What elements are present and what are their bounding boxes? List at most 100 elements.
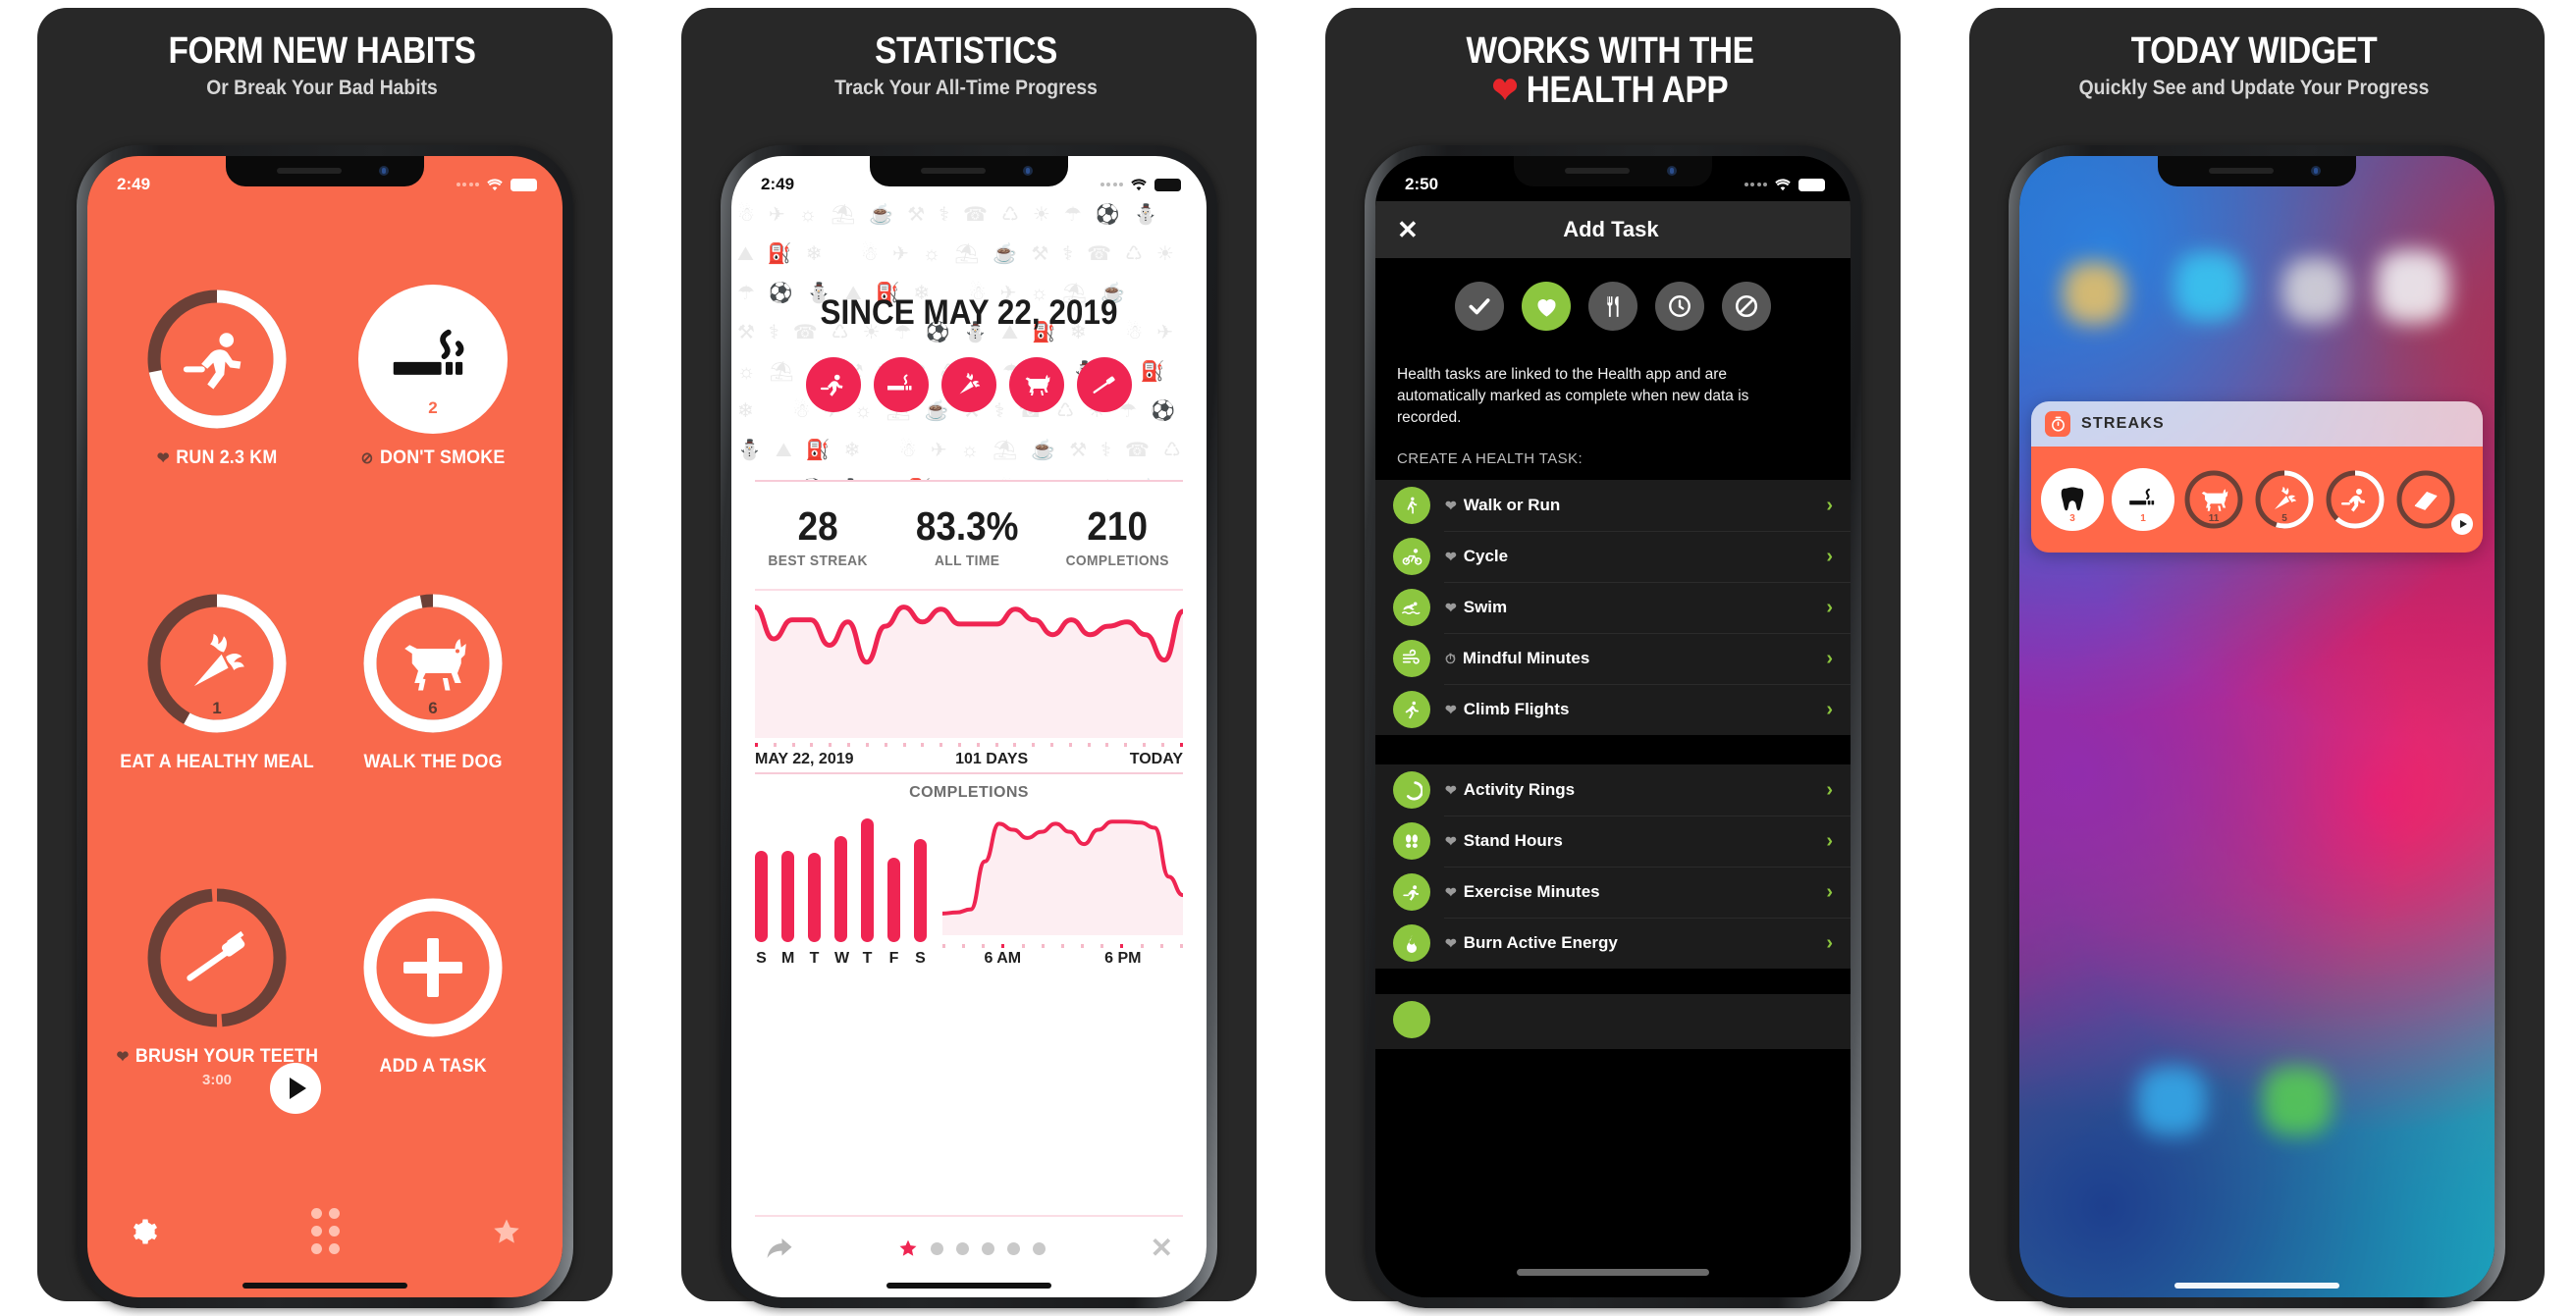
chevron-right-icon: › bbox=[1826, 647, 1833, 669]
hero-task-icons bbox=[731, 357, 1207, 412]
list-item-mindful-minutes[interactable]: ⏱ Mindful Minutes › bbox=[1375, 633, 1851, 684]
bar bbox=[781, 850, 794, 942]
start-timer-button[interactable] bbox=[270, 1063, 321, 1114]
habit-brush-your-teeth[interactable]: ❤ BRUSH YOUR TEETH 3:00 bbox=[109, 833, 325, 1137]
stat-best-streak: 28 BEST STREAK bbox=[764, 503, 872, 569]
panel-health-app: WORKS WITH THE ❤ HEALTH APP 2:50 ✕ Add T… bbox=[1288, 0, 1932, 1316]
list-item-cycle[interactable]: ❤ Cycle › bbox=[1375, 531, 1851, 582]
habit-walk-the-dog[interactable]: 6 WALK THE DOG bbox=[325, 529, 541, 833]
carrot-icon bbox=[941, 357, 996, 412]
bottom-charts: SMTWTFS 6 AM 6 PM bbox=[731, 808, 1207, 968]
panel-form-new-habits: FORM NEW HABITS Or Break Your Bad Habits… bbox=[0, 0, 644, 1316]
heart-icon[interactable] bbox=[1522, 282, 1571, 331]
close-icon[interactable]: ✕ bbox=[1151, 1235, 1173, 1262]
alltime-line-chart bbox=[755, 591, 1183, 743]
habit-eat-healthy-meal[interactable]: 1 EAT A HEALTHY MEAL bbox=[109, 529, 325, 833]
chevron-right-icon: › bbox=[1826, 698, 1833, 720]
list-item-text: Walk or Run bbox=[1463, 496, 1561, 514]
check-icon[interactable] bbox=[1455, 282, 1504, 331]
walk-icon bbox=[1393, 487, 1430, 524]
widget-item-cigarette[interactable]: 1 bbox=[2112, 468, 2174, 531]
battery-icon bbox=[1798, 178, 1825, 191]
widget-item-carrot[interactable]: 5 bbox=[2253, 468, 2316, 531]
list-item-walk-or-run[interactable]: ❤ Walk or Run › bbox=[1375, 480, 1851, 531]
signal-dots-icon bbox=[1100, 183, 1123, 186]
heart-icon: ❤ bbox=[1445, 497, 1457, 513]
stats-toolbar: ✕ bbox=[731, 1235, 1207, 1262]
list-item-label: ❤ Exercise Minutes bbox=[1445, 882, 1600, 902]
no-entry-icon: ⊘ bbox=[360, 450, 374, 467]
heart-icon: ❤ bbox=[156, 450, 170, 467]
panel-caption: STATISTICS Track Your All-Time Progress bbox=[644, 31, 1288, 100]
phone-mockup-3: 2:50 ✕ Add Task Health tasks are linked … bbox=[1365, 145, 1861, 1308]
chevron-right-icon: › bbox=[1826, 596, 1833, 618]
widget-item-tooth[interactable]: 3 bbox=[2041, 468, 2104, 531]
clock-icon[interactable] bbox=[1655, 282, 1704, 331]
swim-icon bbox=[1393, 589, 1430, 626]
list-item-label: ❤ Stand Hours bbox=[1445, 831, 1563, 851]
chart-tick-marks bbox=[755, 743, 1183, 747]
habit-add-a-task[interactable]: ADD A TASK bbox=[325, 833, 541, 1137]
cutlery-icon[interactable] bbox=[1588, 282, 1637, 331]
bar-label: S bbox=[756, 950, 767, 967]
home-indicator[interactable] bbox=[886, 1283, 1051, 1289]
no-entry-icon[interactable] bbox=[1722, 282, 1771, 331]
heart-icon: ❤ bbox=[116, 1048, 129, 1066]
create-health-task-header: CREATE A HEALTH TASK: bbox=[1397, 450, 1583, 467]
streaks-widget[interactable]: STREAKS 3 1 11 5 bbox=[2031, 401, 2483, 553]
page-title: Add Task bbox=[1563, 217, 1659, 241]
scale-icon bbox=[1393, 1001, 1430, 1038]
status-time: 2:50 bbox=[1405, 175, 1439, 193]
axis-range-label: 101 DAYS bbox=[955, 751, 1029, 767]
list-item-swim[interactable]: ❤ Swim › bbox=[1375, 582, 1851, 633]
add-task-ring bbox=[358, 893, 508, 1042]
phone-mockup-1: 2:49 ❤ RUN 2.3 KM 2 ⊘ DON'T SMOKE 1 EAT … bbox=[77, 145, 573, 1308]
list-item-activity-rings[interactable]: ❤ Activity Rings › bbox=[1375, 764, 1851, 816]
grid-dots-icon[interactable] bbox=[310, 1208, 340, 1254]
widget-item-dog[interactable]: 11 bbox=[2182, 468, 2245, 531]
runner-icon bbox=[2324, 468, 2387, 531]
widget-item-book[interactable] bbox=[2394, 468, 2457, 531]
habit-run[interactable]: ❤ RUN 2.3 KM bbox=[109, 225, 325, 529]
bar bbox=[914, 839, 927, 942]
widget-item-runner[interactable] bbox=[2324, 468, 2387, 531]
home-indicator[interactable] bbox=[2174, 1283, 2339, 1289]
heart-icon: ❤ bbox=[1445, 883, 1457, 900]
phone-mockup-4: STREAKS 3 1 11 5 bbox=[2009, 145, 2505, 1308]
star-icon[interactable] bbox=[898, 1238, 918, 1258]
page-dot bbox=[956, 1241, 970, 1255]
list-item-text: Activity Rings bbox=[1463, 780, 1576, 799]
stat-label: COMPLETIONS bbox=[1065, 553, 1170, 569]
list-item-partial[interactable] bbox=[1375, 994, 1851, 1045]
blurred-app-icon bbox=[2137, 1067, 2206, 1135]
gear-icon[interactable] bbox=[129, 1217, 158, 1246]
list-item-climb-flights[interactable]: ❤ Climb Flights › bbox=[1375, 684, 1851, 735]
cigarette-icon bbox=[2129, 488, 2155, 505]
widget-body: 3 1 11 5 bbox=[2031, 447, 2483, 553]
widget-item-count: 1 bbox=[2140, 513, 2146, 524]
habit-dont-smoke[interactable]: 2 ⊘ DON'T SMOKE bbox=[325, 225, 541, 529]
share-icon[interactable] bbox=[765, 1236, 794, 1261]
cigarette-icon bbox=[874, 357, 929, 412]
runner-icon bbox=[142, 285, 292, 434]
list-item-stand-hours[interactable]: ❤ Stand Hours › bbox=[1375, 816, 1851, 867]
page-dots[interactable] bbox=[898, 1238, 1046, 1258]
list-item-exercise-minutes[interactable]: ❤ Exercise Minutes › bbox=[1375, 867, 1851, 918]
star-icon[interactable] bbox=[492, 1217, 521, 1246]
stat-value: 210 bbox=[1087, 503, 1149, 549]
streaks-app-icon bbox=[2045, 411, 2070, 437]
heart-icon: ❤ bbox=[1445, 934, 1457, 951]
wifi-icon bbox=[487, 178, 503, 190]
time-axis: 6 AM 6 PM bbox=[942, 950, 1183, 968]
chevron-right-icon: › bbox=[1826, 931, 1833, 954]
home-indicator[interactable] bbox=[242, 1283, 407, 1289]
axis-end-label: TODAY bbox=[1129, 751, 1183, 767]
start-timer-button[interactable] bbox=[2451, 513, 2473, 535]
front-camera-icon bbox=[379, 166, 389, 176]
blurred-app-icon bbox=[2377, 250, 2449, 323]
list-item-burn-active-energy[interactable]: ❤ Burn Active Energy › bbox=[1375, 918, 1851, 969]
panel-statistics: STATISTICS Track Your All-Time Progress … bbox=[644, 0, 1288, 1316]
stat-value: 28 bbox=[797, 503, 838, 549]
scroll-indicator[interactable] bbox=[1517, 1269, 1709, 1276]
list-item-label: ❤ Swim bbox=[1445, 598, 1507, 617]
